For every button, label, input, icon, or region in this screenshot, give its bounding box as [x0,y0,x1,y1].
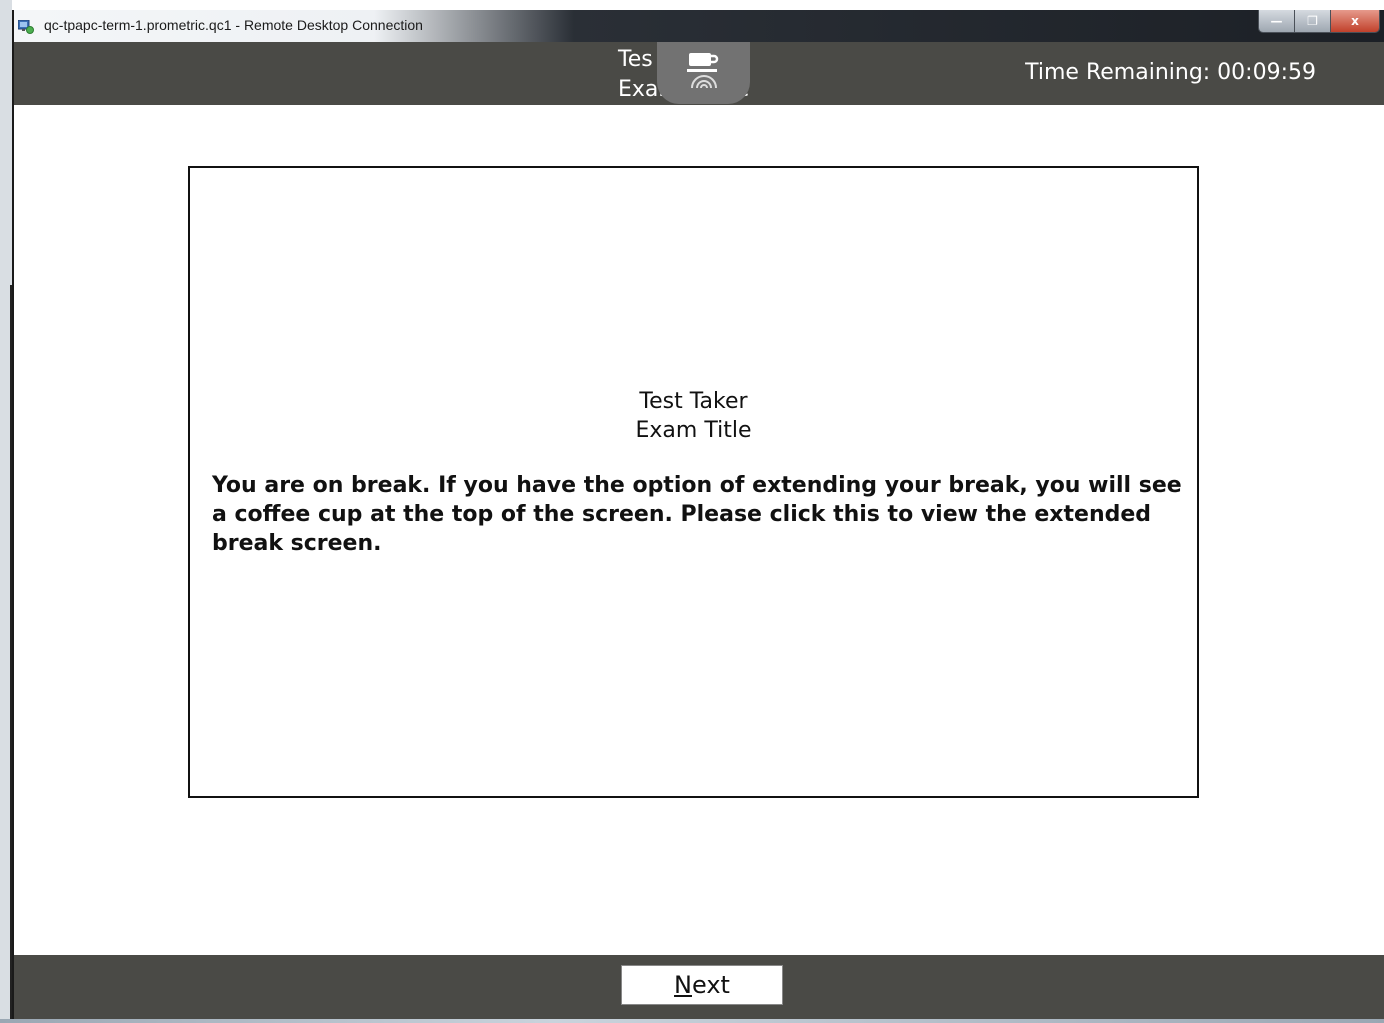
taskbar-edge [0,1019,1384,1023]
time-remaining: Time Remaining: 00:09:59 [1025,60,1316,85]
exam-footer-bar: Next [14,955,1384,1019]
next-button-mnemonic: N [674,971,692,999]
coffee-cup-icon[interactable] [686,51,721,73]
exam-title: Exam Title [635,418,752,443]
next-button[interactable]: Next [621,965,783,1005]
minimize-button[interactable]: — [1259,10,1295,32]
minimize-icon: — [1270,14,1283,28]
exam-header-bar: Tes Examue Time Remaining: [14,42,1384,105]
test-taker-name: Test Taker [639,389,748,414]
wifi-signal-icon [689,74,719,88]
break-content-panel: Test Taker Exam Title You are on break. … [188,166,1199,798]
restore-button[interactable]: ❐ [1295,10,1331,32]
extend-break-tab[interactable] [657,42,750,104]
close-button[interactable]: x [1331,10,1379,32]
next-button-label: ext [691,971,730,999]
remote-desktop-window: qc-tpapc-term-1.prometric.qc1 - Remote D… [12,10,1384,1019]
close-icon: x [1351,14,1359,28]
break-message: You are on break. If you have the option… [212,473,1182,556]
window-titlebar[interactable]: qc-tpapc-term-1.prometric.qc1 - Remote D… [14,10,1384,42]
window-title: qc-tpapc-term-1.prometric.qc1 - Remote D… [44,17,423,33]
remote-desktop-icon [17,19,34,34]
window-controls: — ❐ x [1258,10,1380,33]
restore-icon: ❐ [1307,14,1318,28]
